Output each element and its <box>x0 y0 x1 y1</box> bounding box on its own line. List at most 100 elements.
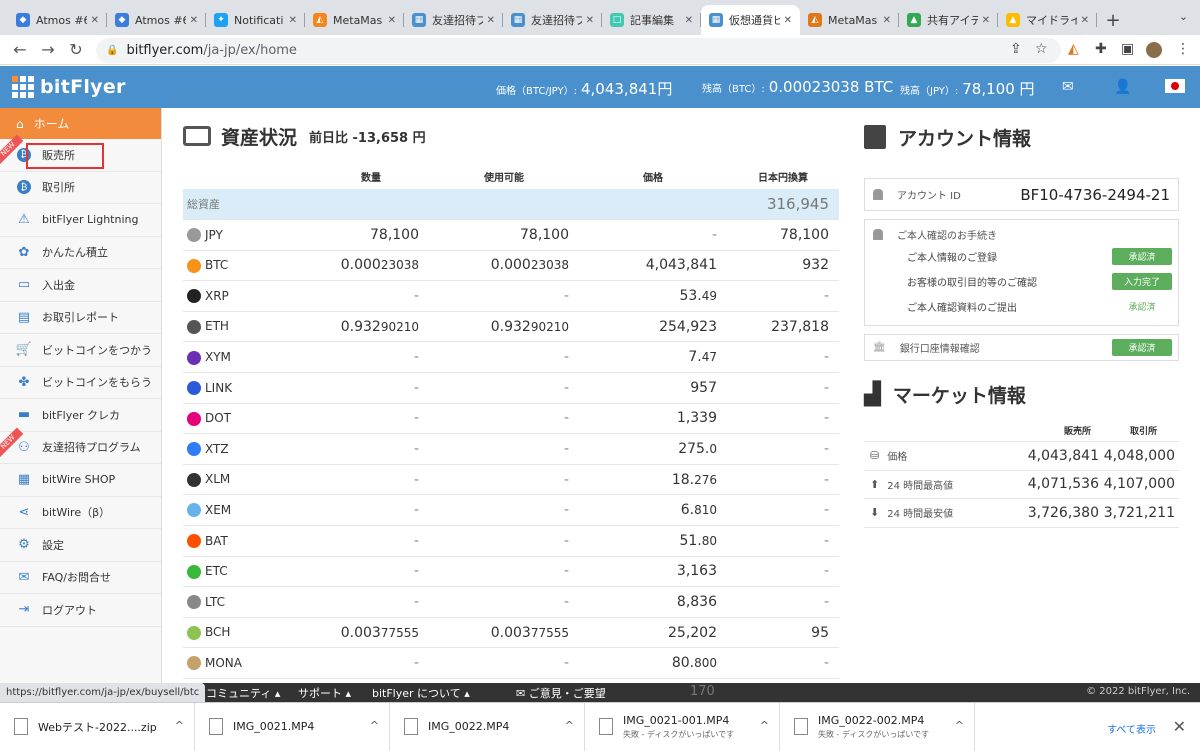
asset-jpy: - <box>727 586 839 618</box>
sidebar-item[interactable]: ✤ ビットコインをもらう <box>0 367 161 399</box>
sidebar-item[interactable]: ▬ bitFlyer クレカ <box>0 399 161 432</box>
browser-tab[interactable]: ◆ Atmos #6 ✕ <box>107 5 206 35</box>
chevron-up-icon[interactable]: ^ <box>565 719 574 732</box>
card-icon: ▬ <box>17 407 31 423</box>
value-main: 254,923 <box>659 318 717 335</box>
asset-price: - <box>579 219 727 251</box>
col-available: 使用可能 <box>484 172 524 184</box>
show-all-downloads-button[interactable]: すべて表示 <box>1107 721 1156 736</box>
tab-close-icon[interactable]: ✕ <box>487 15 495 26</box>
value-main: - <box>823 532 829 549</box>
download-item[interactable]: IMG_0021.MP4 ^ <box>195 702 390 751</box>
star-icon[interactable]: ☆ <box>1035 41 1048 57</box>
kyc-label: お客様の取引目的等のご確認 <box>907 278 1037 289</box>
tab-close-icon[interactable]: ✕ <box>190 15 198 26</box>
chevron-up-icon[interactable]: ^ <box>760 719 769 732</box>
btc-balance-label: 残高（BTC）: <box>702 84 765 95</box>
sidebar-item[interactable]: ⋖ bitWire（β） <box>0 497 161 529</box>
sidebar-item[interactable]: ₿ 取引所 <box>0 172 161 204</box>
sidebar-item[interactable]: ⚇ 友達招待プログラム NEW <box>0 427 161 464</box>
browser-tab[interactable]: ◭ MetaMas ✕ <box>305 5 404 35</box>
price-value: 4,043,841円 <box>580 80 673 98</box>
value-main: 6. <box>680 502 695 519</box>
tab-close-icon[interactable]: ✕ <box>883 15 891 26</box>
user-icon[interactable]: 👤 <box>1114 79 1131 95</box>
tab-close-icon[interactable]: ✕ <box>685 15 693 26</box>
value-main: 0.932 <box>490 318 531 335</box>
tab-close-icon[interactable]: ✕ <box>289 15 297 26</box>
profile-avatar[interactable] <box>1146 42 1162 58</box>
download-name: IMG_0022.MP4 <box>428 720 510 733</box>
value-main: - <box>413 532 419 549</box>
market-label-text: 24 時間最高値 <box>887 480 954 492</box>
close-icon[interactable]: ✕ <box>1173 717 1186 736</box>
sidebar-item[interactable]: ✉ FAQ/お問合せ <box>0 562 161 594</box>
chevron-up-icon[interactable]: ^ <box>370 719 379 732</box>
share-icon[interactable]: ⇪ <box>1010 41 1022 57</box>
file-icon <box>209 718 223 735</box>
footer-feedback-link[interactable]: ✉ ご意見・ご要望 <box>516 685 606 701</box>
asset-qty: - <box>313 586 429 618</box>
browser-tab[interactable]: ▦ 友達招待プ ✕ <box>404 5 503 35</box>
forward-icon[interactable]: → <box>34 40 62 59</box>
sidebar-item[interactable]: ▤ お取引レポート <box>0 302 161 334</box>
sidebar-item[interactable]: ⇥ ログアウト <box>0 594 161 627</box>
sidebar-item-label: FAQ/お問合せ <box>42 571 112 585</box>
download-item[interactable]: IMG_0022.MP4 ^ <box>390 702 585 751</box>
sidebar-item[interactable]: ▭ 入出金 <box>0 269 161 302</box>
back-icon[interactable]: ← <box>6 40 34 59</box>
download-item[interactable]: Webテスト-2022....zip ^ <box>0 702 195 751</box>
footer-community-link[interactable]: コミュニティ ▴ <box>206 685 280 701</box>
chart-icon: ▟ <box>864 381 881 407</box>
sidebar-item[interactable]: ⚙ 設定 <box>0 529 161 562</box>
browser-tab[interactable]: ▦ 友達招待プ ✕ <box>503 5 602 35</box>
new-tab-button[interactable]: + <box>1097 5 1129 35</box>
tab-close-icon[interactable]: ✕ <box>388 15 396 26</box>
browser-tab[interactable]: ✦ Notificati ✕ <box>206 5 305 35</box>
wallet-icon <box>183 126 211 146</box>
asset-price: 957 <box>579 372 727 404</box>
browser-tab[interactable]: ▦ 仮想通貨ビ ✕ <box>701 5 800 35</box>
japan-flag-icon[interactable] <box>1165 79 1185 93</box>
tab-search-icon[interactable]: ⌄ <box>1179 10 1188 23</box>
footer-support-link[interactable]: サポート ▴ <box>298 685 351 701</box>
browser-tab[interactable]: ▲ 共有アイデ ✕ <box>899 5 998 35</box>
tab-close-icon[interactable]: ✕ <box>784 15 792 26</box>
url-input[interactable]: 🔒 bitflyer.com/ja-jp/ex/home <box>96 38 1061 63</box>
tab-close-icon[interactable]: ✕ <box>982 15 990 26</box>
menu-icon[interactable]: ⋮ <box>1176 41 1190 57</box>
kyc-row: ご本人確認資料のご提出 承認済 <box>865 294 1178 319</box>
chevron-up-icon[interactable]: ^ <box>955 719 964 732</box>
value-main: - <box>563 655 569 672</box>
tab-close-icon[interactable]: ✕ <box>586 15 594 26</box>
mail-icon[interactable]: ✉ <box>1062 79 1074 95</box>
sidebar-item-home[interactable]: ⌂ ホーム <box>0 108 161 139</box>
browser-tab[interactable]: □ 記事編集 ✕ <box>602 5 701 35</box>
tab-close-icon[interactable]: ✕ <box>1081 15 1089 26</box>
footer-about-link[interactable]: bitFlyer について ▴ <box>372 685 470 701</box>
logout-icon: ⇥ <box>18 602 30 618</box>
xlm-icon <box>187 472 201 487</box>
asset-price: 3,163 <box>579 556 727 588</box>
download-item[interactable]: IMG_0021-001.MP4 失敗 - ディスクがいっぱいです ^ <box>585 702 780 751</box>
browser-tab[interactable]: ◆ Atmos #6 ✕ <box>8 5 107 35</box>
sidebar-item[interactable]: 🛒 ビットコインをつかう <box>0 334 161 367</box>
asset-avail: - <box>429 556 579 588</box>
sidepanel-icon[interactable]: ▣ <box>1121 41 1134 57</box>
download-item[interactable]: IMG_0022-002.MP4 失敗 - ディスクがいっぱいです ^ <box>780 702 975 751</box>
sidebar-item[interactable]: ▦ bitWire SHOP <box>0 464 161 497</box>
chevron-up-icon[interactable]: ^ <box>175 719 184 732</box>
bitflyer-logo[interactable]: bitFlyer <box>12 76 126 98</box>
puzzle-icon[interactable]: ✚ <box>1095 41 1107 57</box>
sidebar-item[interactable]: ⚠ bitFlyer Lightning <box>0 204 161 237</box>
value-small: 23038 <box>530 258 569 273</box>
reload-icon[interactable]: ↻ <box>62 40 90 59</box>
sidebar-item[interactable]: ✿ かんたん積立 <box>0 237 161 269</box>
coin-cell: ETC <box>183 556 313 588</box>
tab-close-icon[interactable]: ✕ <box>91 15 99 26</box>
browser-tab[interactable]: ▲ マイドライ ✕ <box>998 5 1097 35</box>
shop-icon: ▦ <box>17 472 31 488</box>
browser-tab[interactable]: ◭ MetaMas ✕ <box>800 5 899 35</box>
download-name: IMG_0021.MP4 <box>233 720 315 733</box>
metamask-icon[interactable]: ◭ <box>1068 41 1079 57</box>
